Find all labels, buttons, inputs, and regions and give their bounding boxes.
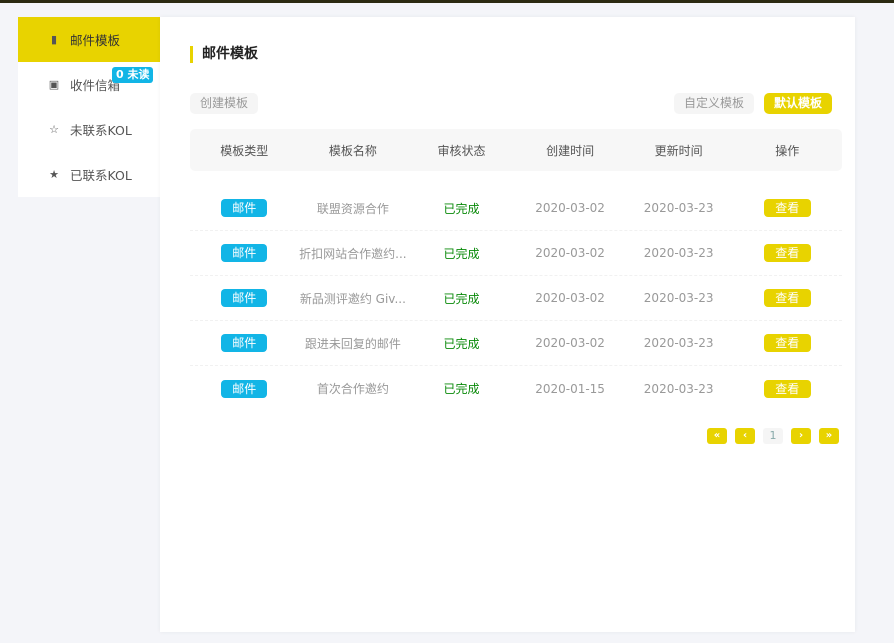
action-cell: 查看 <box>733 379 842 398</box>
type-tag: 邮件 <box>221 379 268 398</box>
sidebar-item-label: 未联系KOL <box>70 123 132 138</box>
column-header: 创建时间 <box>546 143 595 158</box>
inbox-icon: ▣ <box>48 78 60 91</box>
pagination: « ‹ 1 › » <box>707 428 839 444</box>
view-button[interactable]: 查看 <box>763 334 811 352</box>
table-body: 邮件 联盟资源合作 已完成 2020-03-02 2020-03-23 查看 邮件… <box>190 186 842 411</box>
table-row: 邮件 新品测评邀约 Giv... 已完成 2020-03-02 2020-03-… <box>190 276 842 321</box>
sidebar-item-email-templates[interactable]: ▮ 邮件模板 <box>18 17 160 62</box>
name-cell: 折扣网站合作邀约... <box>299 246 407 261</box>
table-row: 邮件 联盟资源合作 已完成 2020-03-02 2020-03-23 查看 <box>190 186 842 231</box>
created-cell: 2020-03-02 <box>535 201 605 215</box>
column-header: 操作 <box>775 143 800 158</box>
sidebar-item-label: 邮件模板 <box>70 33 121 48</box>
type-tag: 邮件 <box>221 199 268 217</box>
type-cell: 邮件 <box>190 244 299 262</box>
custom-template-button[interactable]: 自定义模板 <box>674 93 755 114</box>
table-row: 邮件 折扣网站合作邀约... 已完成 2020-03-02 2020-03-23… <box>190 231 842 276</box>
sidebar: ▮ 邮件模板 ▣ 收件信箱 0 未读 ☆ 未联系KOL ★ 已联系KOL <box>18 17 160 197</box>
sidebar-item-contacted-kol[interactable]: ★ 已联系KOL <box>18 152 160 197</box>
sidebar-item-inbox[interactable]: ▣ 收件信箱 0 未读 <box>18 62 160 107</box>
name-cell: 联盟资源合作 <box>316 201 389 216</box>
updated-cell: 2020-03-23 <box>643 246 714 260</box>
unread-badge: 0 未读 <box>112 67 154 83</box>
file-icon: ▮ <box>50 33 58 46</box>
created-cell: 2020-03-02 <box>535 246 605 260</box>
status-cell: 已完成 <box>443 336 480 351</box>
status-cell: 已完成 <box>443 382 480 396</box>
action-cell: 查看 <box>733 289 842 307</box>
column-header: 审核状态 <box>437 143 486 158</box>
type-tag: 邮件 <box>221 289 268 307</box>
page-title: 邮件模板 <box>190 46 258 63</box>
created-cell: 2020-03-02 <box>535 336 605 350</box>
updated-cell: 2020-03-23 <box>643 336 714 350</box>
create-template-button[interactable]: 创建模板 <box>190 93 259 114</box>
main-panel: 邮件模板 创建模板 自定义模板 默认模板 模板类型 模板名称 审核状态 创建时间… <box>160 17 855 632</box>
sidebar-item-uncontacted-kol[interactable]: ☆ 未联系KOL <box>18 107 160 152</box>
name-cell: 新品测评邀约 Giv... <box>299 291 406 306</box>
updated-cell: 2020-03-23 <box>643 381 714 396</box>
type-tag: 邮件 <box>221 244 268 262</box>
star-filled-icon: ★ <box>49 168 59 181</box>
view-button[interactable]: 查看 <box>763 199 811 217</box>
default-template-button[interactable]: 默认模板 <box>764 93 833 114</box>
page-number[interactable]: 1 <box>763 428 783 444</box>
type-cell: 邮件 <box>190 289 299 307</box>
prev-page-button[interactable]: ‹ <box>735 428 755 444</box>
created-cell: 2020-01-15 <box>535 381 605 396</box>
type-cell: 邮件 <box>190 334 299 352</box>
star-outline-icon: ☆ <box>49 123 59 136</box>
table-row: 邮件 跟进未回复的邮件 已完成 2020-03-02 2020-03-23 查看 <box>190 321 842 366</box>
column-header: 模板类型 <box>220 143 269 158</box>
status-cell: 已完成 <box>443 246 480 261</box>
next-page-button[interactable]: › <box>791 428 811 444</box>
action-cell: 查看 <box>733 244 842 262</box>
name-cell: 跟进未回复的邮件 <box>304 336 401 351</box>
updated-cell: 2020-03-23 <box>643 291 714 305</box>
status-cell: 已完成 <box>443 291 480 306</box>
action-cell: 查看 <box>733 334 842 352</box>
view-button[interactable]: 查看 <box>763 289 811 307</box>
table-header: 模板类型 模板名称 审核状态 创建时间 更新时间 操作 <box>190 129 842 171</box>
type-cell: 邮件 <box>190 199 299 217</box>
status-cell: 已完成 <box>443 201 480 216</box>
type-cell: 邮件 <box>190 379 299 398</box>
sidebar-item-label: 已联系KOL <box>70 168 132 183</box>
column-header: 模板名称 <box>328 143 377 158</box>
last-page-button[interactable]: » <box>819 428 839 444</box>
view-button[interactable]: 查看 <box>763 379 811 398</box>
table-row: 邮件 首次合作邀约 已完成 2020-01-15 2020-03-23 查看 <box>190 366 842 411</box>
first-page-button[interactable]: « <box>707 428 727 444</box>
name-cell: 首次合作邀约 <box>316 382 389 396</box>
type-tag: 邮件 <box>221 334 268 352</box>
view-button[interactable]: 查看 <box>763 244 811 262</box>
column-header: 更新时间 <box>654 143 703 158</box>
updated-cell: 2020-03-23 <box>643 201 714 215</box>
created-cell: 2020-03-02 <box>535 291 605 305</box>
action-cell: 查看 <box>733 199 842 217</box>
